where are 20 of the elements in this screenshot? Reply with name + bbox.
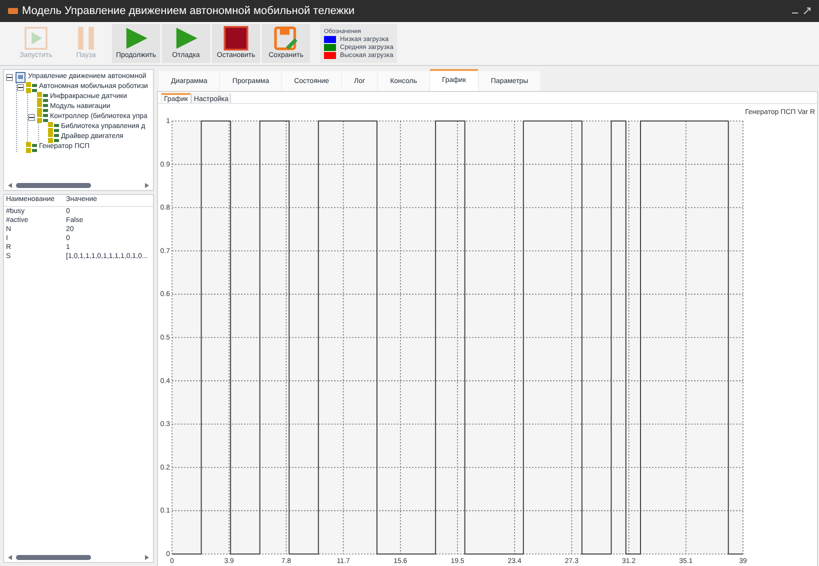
block-icon (48, 132, 59, 142)
document-icon (15, 72, 26, 82)
maximize-icon[interactable] (803, 7, 811, 15)
scroll-left-icon[interactable] (8, 554, 12, 560)
window-title: Модель Управление движением автономной мобильной тележки (22, 4, 355, 19)
scroll-left-icon[interactable] (8, 182, 12, 188)
block-icon (48, 122, 59, 132)
scroll-right-icon[interactable] (145, 554, 149, 560)
block-icon (26, 82, 37, 92)
block-icon (37, 92, 48, 102)
app-icon (8, 8, 18, 14)
expander-icon[interactable] (28, 114, 35, 120)
stop-icon (222, 26, 250, 50)
scroll-right-icon[interactable] (145, 182, 149, 188)
block-icon (37, 102, 48, 112)
save-icon (272, 26, 300, 50)
block-icon (37, 112, 48, 122)
expander-icon[interactable] (6, 74, 13, 80)
expander-icon[interactable] (17, 84, 24, 90)
block-icon (26, 142, 37, 152)
